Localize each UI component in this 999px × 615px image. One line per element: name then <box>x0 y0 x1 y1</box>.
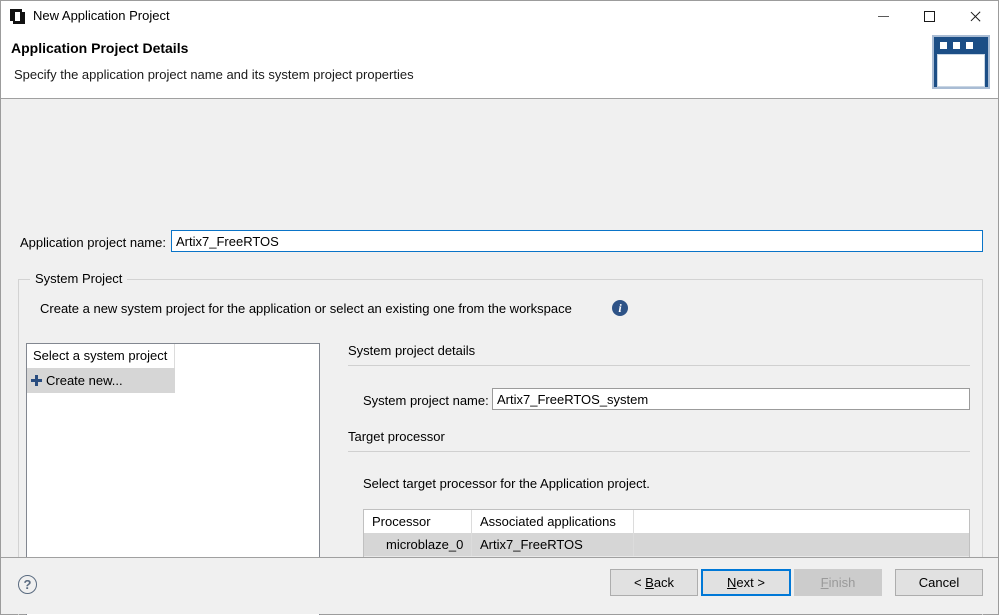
maximize-button[interactable] <box>906 1 952 31</box>
list-item-create-new[interactable]: Create new... <box>27 368 175 393</box>
cell-processor: microblaze_0 <box>364 533 472 556</box>
minimize-icon <box>877 15 889 17</box>
help-icon[interactable]: ? <box>18 575 37 594</box>
app-project-name-label: Application project name: <box>20 235 166 250</box>
page-title: Application Project Details <box>11 40 189 56</box>
column-header-extra <box>634 510 969 533</box>
window-controls <box>860 1 998 31</box>
finish-button: Finish <box>794 569 882 596</box>
wizard-header: Application Project Details Specify the … <box>1 31 998 99</box>
app-project-name-input[interactable] <box>171 230 983 252</box>
cell-extra <box>634 533 969 556</box>
window-title: New Application Project <box>33 8 170 23</box>
system-project-name-input[interactable] <box>492 388 970 410</box>
system-project-description: Create a new system project for the appl… <box>40 301 572 316</box>
maximize-icon <box>923 10 935 22</box>
cell-associated-applications: Artix7_FreeRTOS <box>472 533 634 556</box>
target-processor-hint: Select target processor for the Applicat… <box>363 476 650 491</box>
system-project-list-header-label: Select a system project <box>27 344 175 368</box>
system-project-groupbox-legend: System Project <box>30 271 128 286</box>
system-project-list-header: Select a system project <box>27 344 319 368</box>
page-subtitle: Specify the application project name and… <box>14 67 414 82</box>
title-bar: New Application Project <box>1 1 998 31</box>
system-project-details-label: System project details <box>348 343 476 358</box>
dialog-footer: ? < Back Next > Finish Cancel <box>1 558 998 614</box>
minimize-button[interactable] <box>860 1 906 31</box>
table-header-row: Processor Associated applications <box>364 510 969 533</box>
system-project-name-label: System project name: <box>363 393 489 408</box>
back-button[interactable]: < Back <box>610 569 698 596</box>
vitis-logo-icon <box>9 8 26 25</box>
cancel-button[interactable]: Cancel <box>895 569 983 596</box>
column-header-associated-applications: Associated applications <box>472 510 634 533</box>
target-processor-label: Target processor <box>348 429 445 444</box>
table-row[interactable]: microblaze_0 Artix7_FreeRTOS <box>364 533 969 556</box>
new-application-project-dialog: New Application Project Application Proj… <box>0 0 999 615</box>
application-window-icon <box>932 35 990 89</box>
column-header-processor: Processor <box>364 510 472 533</box>
list-item-label: Create new... <box>46 373 123 388</box>
close-icon <box>969 10 982 23</box>
target-processor-divider <box>348 451 970 452</box>
target-processor-section: Target processor <box>348 429 970 452</box>
next-button[interactable]: Next > <box>701 569 791 596</box>
details-divider <box>348 365 970 366</box>
info-icon[interactable]: i <box>612 300 628 316</box>
plus-icon <box>31 375 42 386</box>
close-button[interactable] <box>952 1 998 31</box>
dialog-body: Application project name: System Project… <box>1 99 998 615</box>
system-project-details-pane: System project details <box>348 343 970 366</box>
